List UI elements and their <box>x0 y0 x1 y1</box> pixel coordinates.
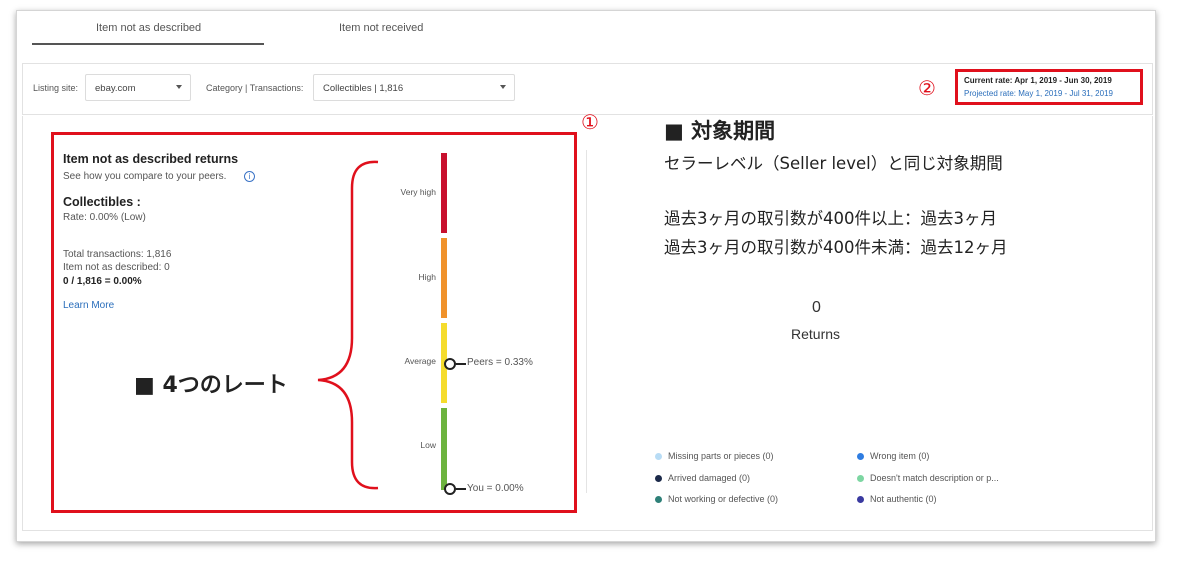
tab-bar: Item not as described Item not received <box>16 10 1156 60</box>
period-title: ■ 対象期間 <box>664 119 776 143</box>
legend-dot <box>857 475 864 482</box>
category-heading: Collectibles : <box>63 195 141 209</box>
legend-item: Arrived damaged (0) <box>655 473 750 483</box>
tab-item-not-received[interactable]: Item not received <box>339 22 423 34</box>
chevron-down-icon <box>500 85 506 89</box>
legend-item: Wrong item (0) <box>857 451 929 461</box>
legend-dot <box>857 496 864 503</box>
legend-label: Wrong item (0) <box>870 451 930 461</box>
category-label: Category | Transactions: <box>206 83 304 93</box>
scale-segment-low <box>441 408 447 490</box>
scale-label-high: High <box>418 272 436 282</box>
period-line-2: 過去3ヶ月の取引数が400件以上：過去3ヶ月 <box>664 209 997 228</box>
listing-site-value: ebay.com <box>95 83 136 94</box>
returns-count: 0 <box>812 299 821 316</box>
total-transactions: Total transactions: 1,816 <box>63 249 172 260</box>
curly-brace-icon <box>317 160 379 490</box>
period-line-1: セラーレベル（Seller level）と同じ対象期間 <box>664 154 1003 173</box>
scale-segment-high <box>441 238 447 318</box>
legend-item: Missing parts or pieces (0) <box>655 451 774 461</box>
legend-item: Not working or defective (0) <box>655 494 778 504</box>
chevron-down-icon <box>176 85 182 89</box>
peers-marker <box>444 358 456 370</box>
legend-label: Missing parts or pieces (0) <box>668 451 774 461</box>
you-marker <box>444 483 456 495</box>
scale-label-very-high: Very high <box>400 187 436 197</box>
category-value: Collectibles | 1,816 <box>323 83 404 94</box>
legend-label: Doesn't match description or p... <box>870 473 999 483</box>
listing-site-select[interactable]: ebay.com <box>85 74 191 101</box>
legend-dot <box>857 453 864 460</box>
rate-value: Rate: 0.00% (Low) <box>63 212 146 223</box>
annotation-number-1: ① <box>581 110 599 134</box>
legend-dot <box>655 475 662 482</box>
info-icon[interactable]: i <box>244 171 255 182</box>
legend-dot <box>655 496 662 503</box>
returns-title: Item not as described returns <box>63 152 239 166</box>
legend-item: Doesn't match description or p... <box>857 473 999 483</box>
scale-label-low: Low <box>420 440 436 450</box>
listing-site-label: Listing site: <box>33 83 79 93</box>
scale-segment-very-high <box>441 153 447 233</box>
legend-label: Not authentic (0) <box>870 494 937 504</box>
legend-item: Not authentic (0) <box>857 494 937 504</box>
rate-period-box: Current rate: Apr 1, 2019 - Jun 30, 2019… <box>955 69 1143 105</box>
compare-subtitle: See how you compare to your peers. <box>63 171 227 182</box>
period-line-3: 過去3ヶ月の取引数が400件未満：過去12ヶ月 <box>664 238 1008 257</box>
legend-label: Arrived damaged (0) <box>668 473 751 483</box>
legend-label: Not working or defective (0) <box>668 494 779 504</box>
rate-calculation: 0 / 1,816 = 0.00% <box>63 276 142 287</box>
current-rate-period: Current rate: Apr 1, 2019 - Jun 30, 2019 <box>964 76 1112 85</box>
you-rate: You = 0.00% <box>467 483 524 494</box>
inad-count: Item not as described: 0 <box>63 262 170 273</box>
you-marker-line <box>456 488 466 490</box>
returns-label: Returns <box>791 326 841 342</box>
category-select[interactable]: Collectibles | 1,816 <box>313 74 515 101</box>
legend-dot <box>655 453 662 460</box>
projected-rate-period[interactable]: Projected rate: May 1, 2019 - Jul 31, 20… <box>964 89 1113 98</box>
active-tab-indicator <box>32 43 264 45</box>
peers-marker-line <box>456 363 466 365</box>
learn-more-link[interactable]: Learn More <box>63 300 114 311</box>
annotation-number-2: ② <box>918 76 936 100</box>
tab-item-not-as-described[interactable]: Item not as described <box>96 22 201 34</box>
scale-label-average: Average <box>404 356 436 366</box>
peers-rate: Peers = 0.33% <box>467 357 533 368</box>
four-rates-annotation: ■ 4つのレート <box>134 373 288 398</box>
panel-divider <box>586 150 587 493</box>
